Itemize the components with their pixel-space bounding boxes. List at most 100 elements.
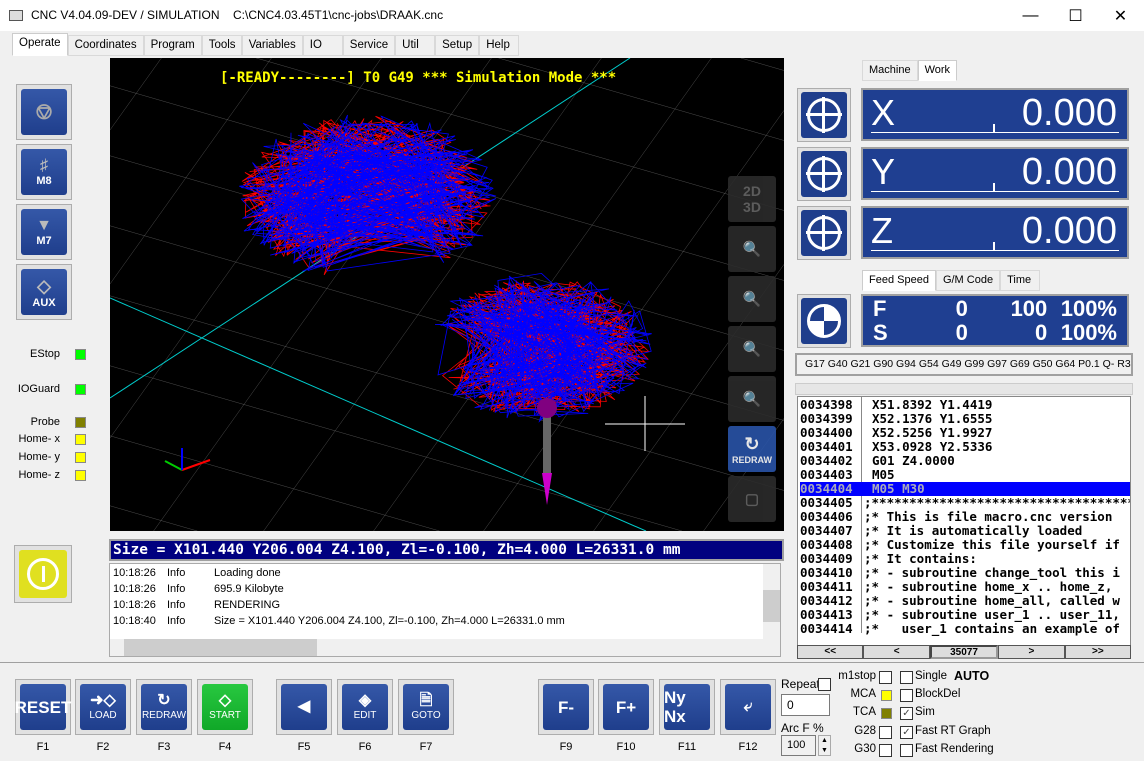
program-line[interactable]: 0034401 X53.0928 Y2.5336 xyxy=(800,440,1130,454)
undo-button[interactable]: ⤶ xyxy=(720,679,776,735)
grid-line xyxy=(153,58,492,531)
f+-button[interactable]: F+ xyxy=(598,679,654,735)
program-line[interactable]: 0034402 G01 Z4.0000 xyxy=(800,454,1130,468)
tab-io[interactable]: IO xyxy=(302,35,343,56)
tab-help[interactable]: Help xyxy=(479,35,520,56)
goto-icon: 🗎 xyxy=(419,692,433,709)
flood-coolant-button[interactable]: ♯ M8 xyxy=(16,144,72,200)
m1stop-checkbox[interactable] xyxy=(879,671,892,684)
fast-rt-graph-checkbox[interactable]: ✓ xyxy=(900,726,913,739)
program-line[interactable]: 0034413 ;* - subroutine user_1 .. user_11… xyxy=(800,608,1130,622)
view-box-button[interactable]: ▢ xyxy=(728,476,776,522)
tab-setup[interactable]: Setup xyxy=(435,35,480,56)
first-page-button[interactable]: << xyxy=(797,645,864,659)
axis-label: Y xyxy=(871,151,896,192)
program-line[interactable]: 0034404 M05 M30 xyxy=(800,482,1130,496)
tab-program[interactable]: Program xyxy=(143,35,202,56)
log-horizontal-scrollbar[interactable] xyxy=(110,639,780,656)
program-line[interactable]: 0034403 M05 xyxy=(800,468,1130,482)
tab-time[interactable]: Time xyxy=(1000,270,1041,291)
rewind-button[interactable]: ◀ xyxy=(276,679,332,735)
zoom-in-icon: 🔍 xyxy=(742,341,762,358)
y-axis-arrow xyxy=(164,460,183,471)
feed-label: F xyxy=(873,296,887,321)
zero-x-button[interactable] xyxy=(797,88,851,142)
log-vertical-scrollbar[interactable] xyxy=(763,564,780,640)
single-checkbox[interactable] xyxy=(900,671,913,684)
zoom-extents-button[interactable]: 🔍 xyxy=(728,226,776,272)
start-button[interactable]: ◇ START xyxy=(197,679,253,735)
line-number-field[interactable]: 35077 xyxy=(929,645,999,659)
log-entry: 10:18:40 Info Size = X101.440 Y206.004 Z4.… xyxy=(113,615,565,627)
axis-label: Z xyxy=(871,210,893,251)
graphics-viewport[interactable]: [-READY--------] T0 G49 *** Simulation M… xyxy=(110,58,784,531)
crosshair-icon xyxy=(806,215,842,251)
zoom-in-button[interactable]: 🔍 xyxy=(728,326,776,372)
load-button[interactable]: ➜◇ LOAD xyxy=(75,679,131,735)
tab-gm-code[interactable]: G/M Code xyxy=(935,270,1001,291)
zero-y-button[interactable] xyxy=(797,147,851,201)
program-line[interactable]: 0034406 ;* This is file macro.cnc version xyxy=(800,510,1130,524)
spindle-button[interactable]: ⎊ xyxy=(16,84,72,140)
zoom-out-button[interactable]: 🔍 xyxy=(728,276,776,322)
program-line[interactable]: 0034399 X52.1376 Y1.6555 xyxy=(800,412,1130,426)
tab-tools[interactable]: Tools xyxy=(201,35,242,56)
edit-button[interactable]: ◈ EDIT xyxy=(337,679,393,735)
g28-checkbox[interactable] xyxy=(879,726,892,739)
program-line[interactable]: 0034405 ;********************************… xyxy=(800,496,1130,510)
grid-line xyxy=(110,58,272,285)
program-line[interactable]: 0034409 ;* It contains: xyxy=(800,552,1130,566)
tab-util[interactable]: Util xyxy=(395,35,436,56)
minimize-button[interactable]: — xyxy=(1008,0,1053,31)
grid-line xyxy=(110,435,440,531)
program-line[interactable]: 0034410 ;* - subroutine change_tool this … xyxy=(800,566,1130,580)
fast-rendering-checkbox[interactable] xyxy=(900,744,913,757)
program-line[interactable]: 0034411 ;* - subroutine home_x .. home_z, xyxy=(800,580,1130,594)
tca-label: TCA xyxy=(853,706,876,718)
program-listing[interactable]: 0034398 X51.8392 Y1.4419 0034399 X52.1376 Y… xyxy=(797,396,1131,646)
program-line[interactable]: 0034398 X51.8392 Y1.4419 xyxy=(800,398,1130,412)
program-line[interactable]: 0034414 ;* user_1 contains an example of xyxy=(800,622,1130,636)
arc-feed-label: Arc F % xyxy=(781,721,824,735)
tab-service[interactable]: Service xyxy=(342,35,396,56)
tab-work[interactable]: Work xyxy=(917,60,958,81)
tab-coordinates[interactable]: Coordinates xyxy=(67,35,144,56)
blockdel-checkbox[interactable] xyxy=(900,689,913,702)
program-line[interactable]: 0034408 ;* Customize this file yourself i… xyxy=(800,538,1130,552)
tab-operate[interactable]: Operate xyxy=(12,33,68,56)
prev-page-button[interactable]: < xyxy=(863,645,930,659)
goto-button[interactable]: 🗎 GOTO xyxy=(398,679,454,735)
estop-label: EStop xyxy=(30,348,60,360)
tab-feed-speed[interactable]: Feed Speed xyxy=(862,270,936,291)
g30-checkbox[interactable] xyxy=(879,744,892,757)
arc-feed-input[interactable]: 100 xyxy=(781,735,816,756)
aux-button[interactable]: ◇ AUX xyxy=(16,264,72,320)
program-line[interactable]: 0034407 ;* It is automatically loaded xyxy=(800,524,1130,538)
2d-3d-button[interactable]: 2D 3D xyxy=(728,176,776,222)
estop-led xyxy=(75,349,86,360)
zoom-window-button[interactable]: 🔍 xyxy=(728,376,776,422)
close-button[interactable]: ✕ xyxy=(1098,0,1143,31)
message-log[interactable]: 10:18:26 Info Loading done 10:18:26 Info 695.… xyxy=(109,563,781,657)
tab-machine[interactable]: Machine xyxy=(862,60,918,81)
redraw-button[interactable]: ↻ REDRAW xyxy=(136,679,192,735)
ny-nx-button[interactable]: Ny Nx xyxy=(659,679,715,735)
next-page-button[interactable]: > xyxy=(998,645,1065,659)
viewport-redraw-button[interactable]: ↻ REDRAW xyxy=(728,426,776,472)
last-page-button[interactable]: >> xyxy=(1064,645,1132,659)
zero-z-button[interactable] xyxy=(797,206,851,260)
power-button[interactable] xyxy=(14,545,72,603)
maximize-button[interactable]: ☐ xyxy=(1053,0,1098,31)
tab-variables[interactable]: Variables xyxy=(241,35,303,56)
feed-override-button[interactable] xyxy=(797,294,851,348)
feed-speed-display: F 0 100 100% S 0 0 100% xyxy=(861,294,1129,347)
home-x-label: Home- x xyxy=(18,433,60,445)
program-line[interactable]: 0034412 ;* - subroutine home_all, called … xyxy=(800,594,1130,608)
function-key-label: F4 xyxy=(218,741,232,753)
f--button[interactable]: F- xyxy=(538,679,594,735)
sim-checkbox[interactable]: ✓ xyxy=(900,707,913,720)
program-line[interactable]: 0034400 X52.5256 Y1.9927 xyxy=(800,426,1130,440)
reset-button[interactable]: RESET xyxy=(15,679,71,735)
mist-coolant-button[interactable]: ▼ M7 xyxy=(16,204,72,260)
single-label: Single xyxy=(915,670,947,682)
